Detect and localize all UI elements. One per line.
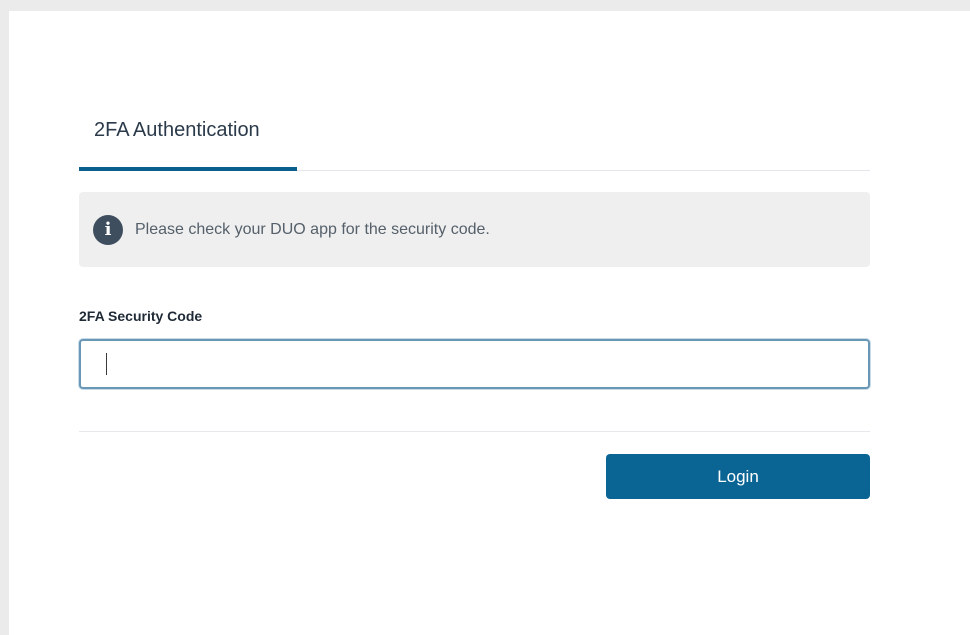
tab-label: 2FA Authentication xyxy=(94,119,260,141)
login-button[interactable]: Login xyxy=(606,454,870,499)
info-icon: i xyxy=(93,214,123,245)
active-tab-indicator xyxy=(79,167,297,171)
tab-bar: 2FA Authentication xyxy=(79,117,870,171)
info-alert: i Please check your DUO app for the secu… xyxy=(79,192,870,267)
text-caret xyxy=(106,353,107,375)
security-code-label: 2FA Security Code xyxy=(79,308,203,324)
form-divider xyxy=(79,431,870,432)
alert-message: Please check your DUO app for the securi… xyxy=(135,220,490,238)
security-code-input[interactable] xyxy=(79,339,870,389)
tab-2fa-authentication[interactable]: 2FA Authentication xyxy=(79,117,297,171)
